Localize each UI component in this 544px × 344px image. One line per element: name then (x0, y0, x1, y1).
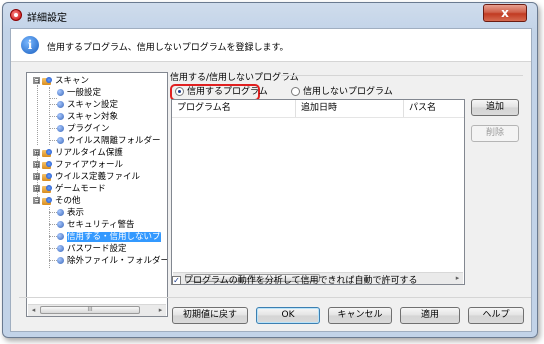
collapse-icon[interactable]: ⊟ (33, 77, 40, 85)
info-icon: i (21, 36, 39, 54)
tree-item-plugin[interactable]: プラグイン (49, 123, 110, 135)
group-label: 信用する/信用しないプログラム (170, 73, 299, 83)
folder-icon (42, 160, 52, 169)
tree-item-display[interactable]: 表示 (49, 207, 84, 219)
tree-hscrollbar[interactable]: ◂ III ▸ (28, 304, 166, 316)
cancel-button[interactable]: キャンセル (328, 307, 392, 324)
tree-item-scan-settings[interactable]: スキャン設定 (49, 99, 118, 111)
auto-allow-checkbox[interactable]: ✓ プログラムの動作を分析して信用できれば自動で許可する (172, 275, 417, 287)
radio-unselected-icon[interactable] (291, 87, 300, 96)
settings-window: 詳細設定 x i 信用するプログラム、信用しないプログラムを登録します。 ⊟ スキ… (2, 2, 538, 338)
tree-item-scan-target[interactable]: スキャン対象 (49, 111, 118, 123)
tree-item-general[interactable]: 一般設定 (49, 87, 101, 99)
folder-icon (42, 196, 52, 205)
program-list[interactable]: プログラム名 追加日時 パス名 ◂ III ▸ (171, 99, 465, 285)
tree-item-trusted-programs[interactable]: 信用する・信用しないプ (49, 231, 161, 243)
tree-item-definitions[interactable]: ⊞ ウイルス定義ファイル (33, 171, 140, 183)
reset-defaults-button[interactable]: 初期値に戻す (172, 307, 248, 324)
tree-item-quarantine[interactable]: ウイルス隔離フォルダー (49, 135, 161, 147)
column-header-added-date[interactable]: 追加日時 (296, 100, 404, 117)
dialog-content: i 信用するプログラム、信用しないプログラムを登録します。 ⊟ スキャン 一般設定… (10, 28, 532, 332)
expand-icon[interactable]: ⊞ (33, 161, 40, 169)
tree-item-security-alert[interactable]: セキュリティ警告 (49, 219, 135, 231)
settings-leaf-icon (57, 257, 64, 264)
folder-icon (42, 148, 52, 157)
footer-divider (19, 297, 531, 298)
radio-untrusted[interactable]: 信用しないプログラム (291, 86, 393, 98)
folder-icon (42, 184, 52, 193)
settings-leaf-icon (57, 89, 64, 96)
column-header-path[interactable]: パス名 (404, 100, 464, 117)
apply-button[interactable]: 適用 (400, 307, 460, 324)
scroll-left-icon[interactable]: ◂ (28, 305, 39, 316)
delete-button[interactable]: 削除 (471, 125, 519, 142)
column-header-program-name[interactable]: プログラム名 (172, 100, 296, 117)
scroll-right-icon[interactable]: ▸ (452, 273, 463, 284)
settings-leaf-icon (57, 221, 64, 228)
info-text: 信用するプログラム、信用しないプログラムを登録します。 (47, 43, 289, 53)
add-button[interactable]: 追加 (471, 99, 519, 116)
tree-item-exclusions[interactable]: 除外ファイル・フォルダー (49, 255, 167, 267)
checkbox-checked-icon[interactable]: ✓ (172, 276, 181, 285)
window-title: 詳細設定 (27, 13, 67, 24)
help-button[interactable]: ヘルプ (468, 307, 524, 324)
scroll-right-icon[interactable]: ▸ (155, 305, 166, 316)
collapse-icon[interactable]: ⊟ (33, 197, 40, 205)
settings-leaf-icon (57, 125, 64, 132)
radio-trusted[interactable]: 信用するプログラム (175, 86, 268, 98)
settings-leaf-icon (57, 137, 64, 144)
expand-icon[interactable]: ⊞ (33, 185, 40, 193)
app-shield-icon (10, 9, 22, 21)
list-header: プログラム名 追加日時 パス名 (172, 100, 464, 118)
expand-icon[interactable]: ⊞ (33, 149, 40, 157)
settings-leaf-icon (57, 209, 64, 216)
ok-button[interactable]: OK (256, 307, 320, 324)
expand-icon[interactable]: ⊞ (33, 173, 40, 181)
tree-item-game-mode[interactable]: ⊞ ゲームモード (33, 183, 106, 195)
tree-item-other[interactable]: ⊟ その他 (33, 195, 81, 207)
settings-tree[interactable]: ⊟ スキャン 一般設定 スキャン設定 スキャン対象 プラグイン ウイルス隔離フォル… (26, 72, 168, 317)
tree-item-scan[interactable]: ⊟ スキャン (33, 75, 89, 87)
scroll-thumb[interactable]: III (40, 306, 140, 314)
folder-icon (42, 172, 52, 181)
settings-leaf-icon (57, 113, 64, 120)
tree-item-realtime[interactable]: ⊞ リアルタイム保護 (33, 147, 123, 159)
settings-leaf-icon (57, 101, 64, 108)
tree-item-password[interactable]: パスワード設定 (49, 243, 127, 255)
settings-leaf-icon (57, 245, 64, 252)
group-divider (281, 75, 523, 76)
folder-icon (42, 76, 52, 85)
title-bar[interactable]: 詳細設定 x (3, 3, 537, 27)
settings-leaf-icon (57, 233, 64, 240)
radio-selected-icon[interactable] (175, 87, 184, 96)
tree-item-firewall[interactable]: ⊞ ファイアウォール (33, 159, 123, 171)
info-banner: i 信用するプログラム、信用しないプログラムを登録します。 (11, 29, 531, 62)
close-button[interactable]: x (483, 4, 527, 22)
